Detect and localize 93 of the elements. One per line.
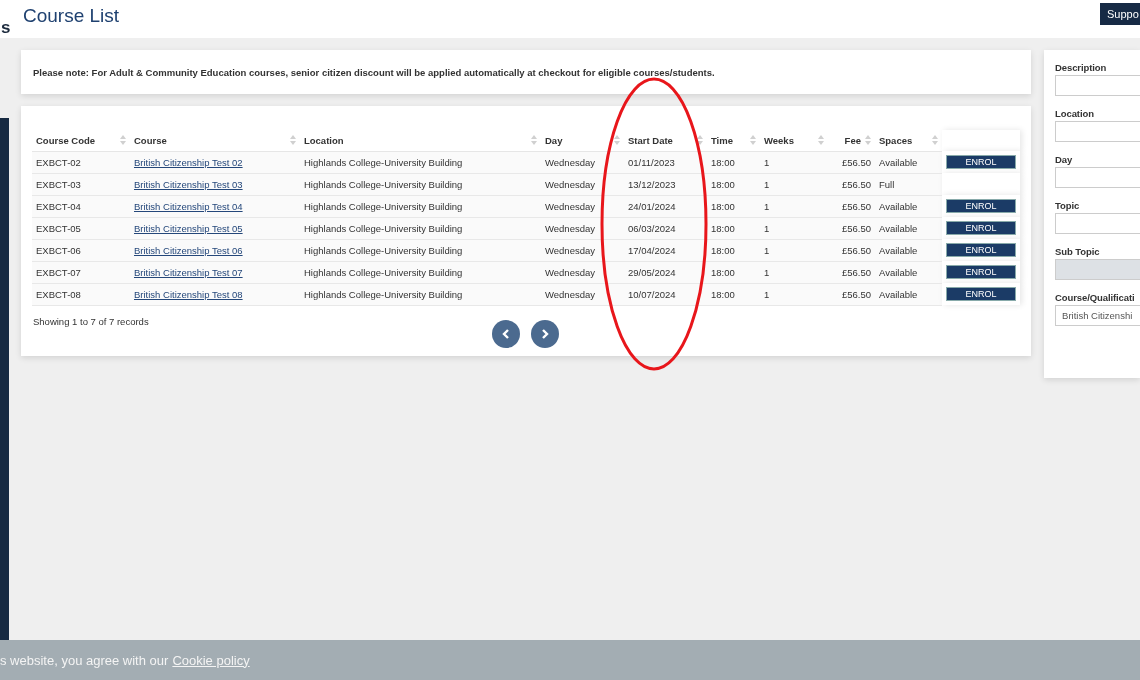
table-cell: 18:00	[711, 222, 735, 234]
filter-label: Topic	[1055, 200, 1081, 213]
table-cell: Available	[879, 200, 918, 212]
filter-field[interactable]	[1055, 213, 1140, 234]
filter-label: Description	[1055, 62, 1108, 75]
records-summary: Showing 1 to 7 of 7 records	[33, 315, 149, 327]
table-cell: 1	[764, 156, 770, 168]
table-cell: Full	[879, 178, 895, 190]
table-cell: £56.50	[841, 222, 871, 234]
table-cell: £56.50	[841, 244, 871, 256]
enrol-button[interactable]: ENROL	[946, 155, 1016, 169]
filter-field[interactable]	[1055, 75, 1140, 96]
table-cell: 1	[764, 200, 770, 212]
table-cell: 18:00	[711, 200, 735, 212]
table-cell: £56.50	[841, 288, 871, 300]
table-cell: 18:00	[711, 156, 735, 168]
table-cell: Highlands College-University Building	[304, 222, 463, 234]
table-cell: 24/01/2024	[628, 200, 676, 212]
table-cell: 1	[764, 244, 770, 256]
table-cell: £56.50	[841, 200, 871, 212]
table-cell: Wednesday	[545, 266, 595, 278]
column-header[interactable]: Course	[134, 134, 167, 146]
filter-label: Course/Qualificati	[1055, 292, 1136, 305]
next-page-button[interactable]	[531, 319, 559, 348]
table-cell: 29/05/2024	[628, 266, 676, 278]
table-cell: Highlands College-University Building	[304, 244, 463, 256]
table-cell: EXBCT-04	[36, 200, 81, 212]
table-cell: Wednesday	[545, 178, 595, 190]
table-cell: £56.50	[841, 156, 871, 168]
table-cell: Available	[879, 222, 918, 234]
enrol-button[interactable]: ENROL	[946, 221, 1016, 235]
previous-page-button[interactable]	[492, 319, 520, 348]
table-cell: Highlands College-University Building	[304, 266, 463, 278]
table-cell: 06/03/2024	[628, 222, 676, 234]
table-cell: Highlands College-University Building	[304, 178, 463, 190]
table-cell: 1	[764, 178, 770, 190]
support-button[interactable]: Suppo	[1100, 3, 1140, 25]
table-cell: 10/07/2024	[628, 288, 676, 300]
cookie-text: s website, you agree with our	[0, 652, 169, 668]
page-title: Course List	[23, 5, 120, 27]
table-cell: 18:00	[711, 266, 735, 278]
table-cell: 01/11/2023	[628, 156, 675, 168]
chevron-right-icon	[541, 328, 549, 339]
table-cell: EXBCT-08	[36, 288, 81, 300]
table-cell: 17/04/2024	[628, 244, 676, 256]
table-cell: Wednesday	[545, 222, 595, 234]
table-cell: Wednesday	[545, 288, 595, 300]
table-cell: 18:00	[711, 244, 735, 256]
column-header[interactable]: Weeks	[764, 134, 794, 146]
sort-icon[interactable]	[697, 135, 703, 146]
table-cell: 1	[764, 288, 770, 300]
table-cell: 1	[764, 266, 770, 278]
filter-field[interactable]: British Citizenshi	[1055, 305, 1140, 326]
table-cell: EXBCT-05	[36, 222, 81, 234]
column-header[interactable]: Location	[304, 134, 344, 146]
column-header[interactable]: Start Date	[628, 134, 673, 146]
table-cell: Available	[879, 244, 918, 256]
table-cell: Highlands College-University Building	[304, 200, 463, 212]
table-cell: EXBCT-03	[36, 178, 81, 190]
filter-label: Day	[1055, 154, 1074, 167]
table-cell: Highlands College-University Building	[304, 156, 463, 168]
enrol-button[interactable]: ENROL	[946, 287, 1016, 301]
enrol-button[interactable]: ENROL	[946, 243, 1016, 257]
table-cell: 18:00	[711, 288, 735, 300]
filter-field[interactable]	[1055, 121, 1140, 142]
table-cell: Available	[879, 156, 918, 168]
table-cell: EXBCT-02	[36, 156, 81, 168]
table-cell: 13/12/2023	[628, 178, 676, 190]
column-header[interactable]: Day	[545, 134, 563, 146]
filter-label: Sub Topic	[1055, 246, 1101, 259]
table-cell: Wednesday	[545, 244, 595, 256]
filter-field[interactable]	[1055, 167, 1140, 188]
sidebar-text-fragment: s	[1, 18, 12, 38]
column-header[interactable]: Spaces	[879, 134, 913, 146]
column-header[interactable]: Course Code	[36, 134, 96, 146]
table-cell: 18:00	[711, 178, 735, 190]
table-cell: £56.50	[841, 266, 871, 278]
table-cell: Available	[879, 266, 918, 278]
filter-label: Location	[1055, 108, 1095, 121]
notice-text: Please note: For Adult & Community Education courses, senior citizen discount will be applied automatically at checkout for eligible courses/students.	[33, 66, 715, 78]
table-cell: Available	[879, 288, 918, 300]
table-cell: 1	[764, 222, 770, 234]
table-cell: Wednesday	[545, 200, 595, 212]
enrol-button[interactable]: ENROL	[946, 265, 1016, 279]
table-cell: Wednesday	[545, 156, 595, 168]
table-cell: EXBCT-07	[36, 266, 81, 278]
chevron-left-icon	[502, 328, 510, 339]
table-cell: Highlands College-University Building	[304, 288, 463, 300]
table-cell: EXBCT-06	[36, 244, 81, 256]
table-cell: £56.50	[841, 178, 871, 190]
column-header[interactable]: Time	[711, 134, 733, 146]
enrol-button[interactable]: ENROL	[946, 199, 1016, 213]
column-header[interactable]: Fee	[844, 134, 861, 146]
